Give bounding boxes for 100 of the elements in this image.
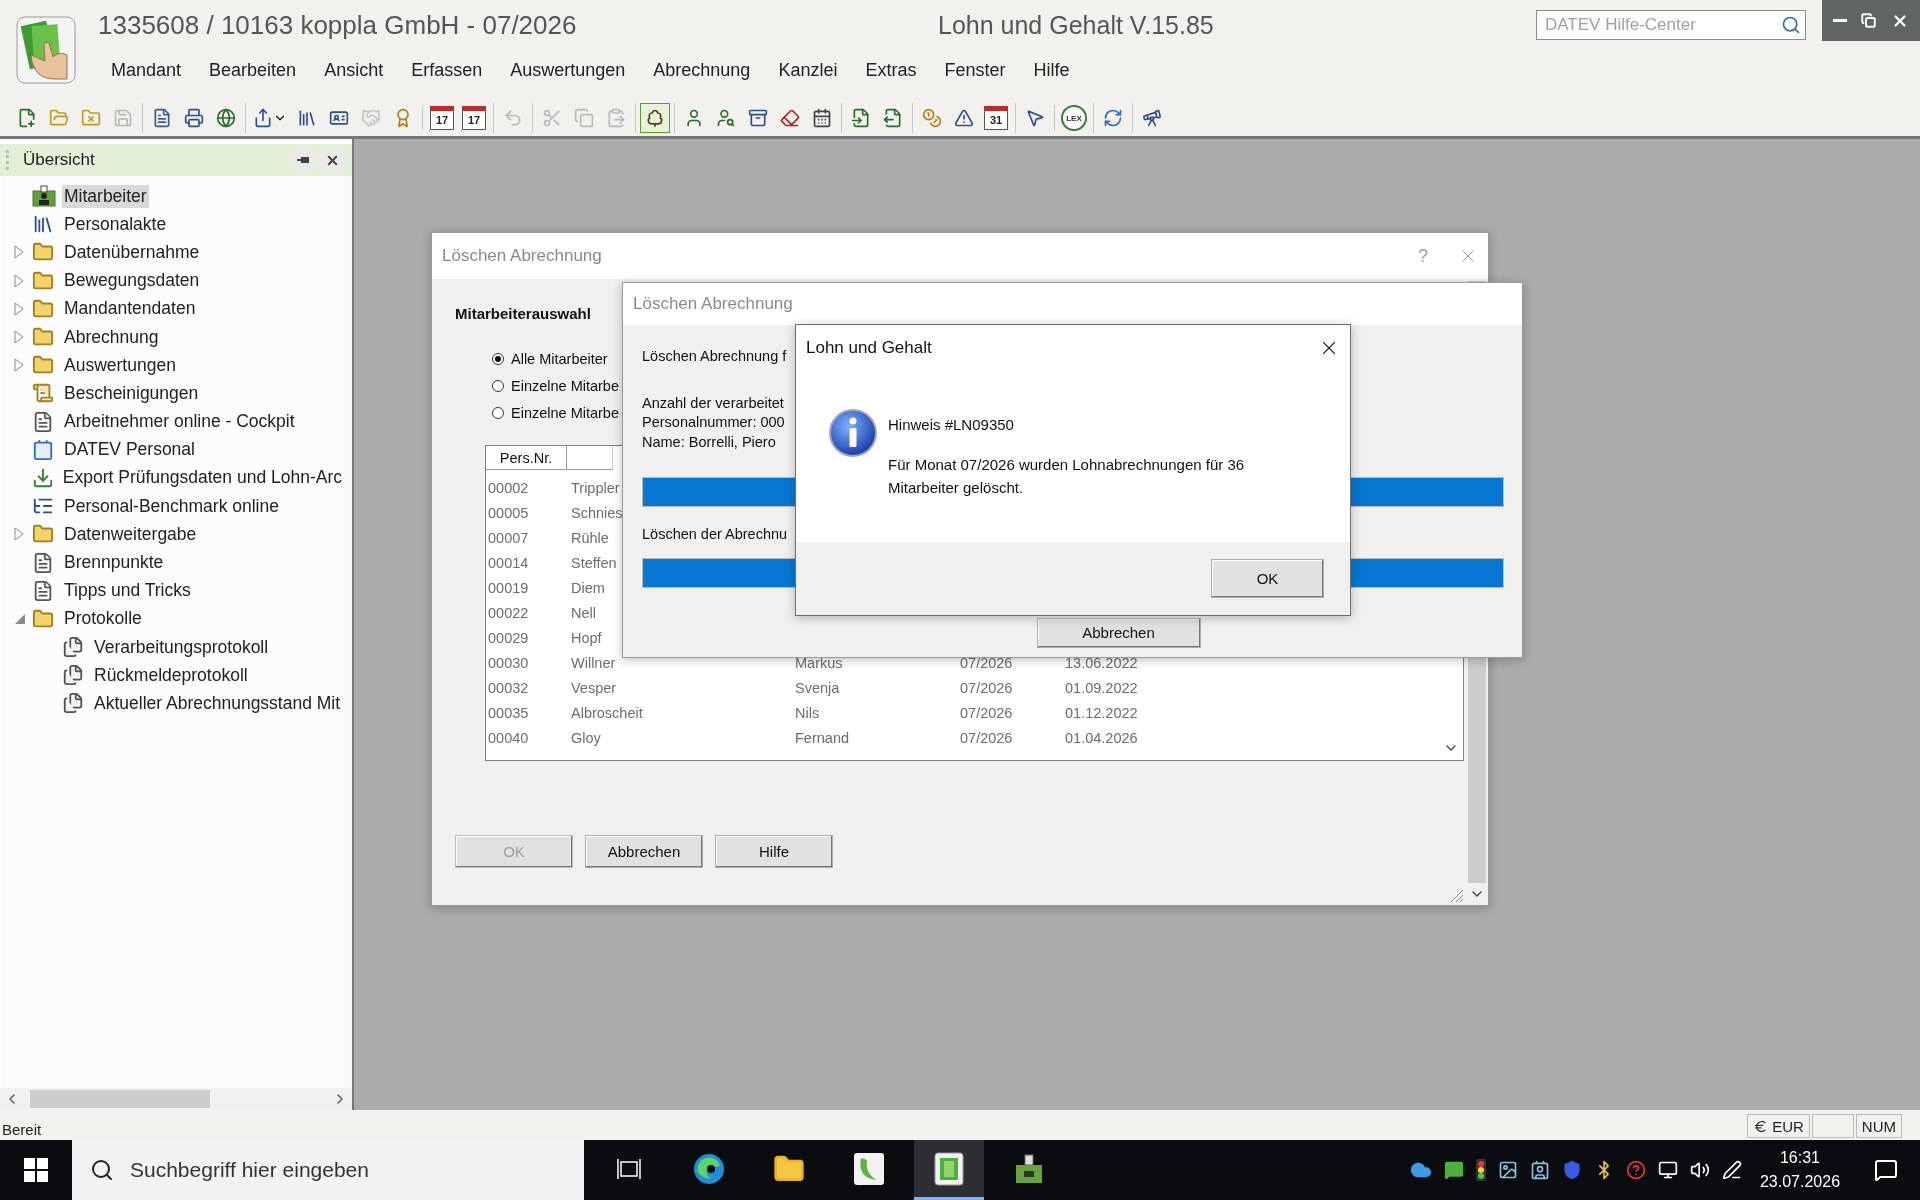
minimize-button[interactable] [1833,19,1848,22]
menu-item[interactable]: Erfassen [398,59,496,81]
taskbar-search-field[interactable]: Suchbegriff hier eingeben [128,1157,584,1183]
archive-icon [748,108,768,128]
dialog-button[interactable]: Hilfe [715,835,833,868]
table-cell: 00022 [488,605,529,621]
collapse-arrow-icon[interactable] [14,612,26,625]
tree-item[interactable]: Auswertungen [62,353,178,377]
message-icon [1874,1158,1898,1182]
info-icon [828,408,878,458]
expand-arrow-icon[interactable] [14,358,24,373]
tree-icon [645,108,665,128]
column-header[interactable] [567,446,613,470]
radio-button[interactable] [492,353,504,365]
calendar-button[interactable]: 17 [462,106,486,130]
traffic-light-icon[interactable] [1476,1159,1486,1181]
resize-grip-icon [1448,887,1464,903]
radio-label: Einzelne Mitarbe [511,378,619,394]
cancel-button[interactable]: Abbrechen [1036,617,1201,648]
tree-item[interactable]: Bescheinigungen [62,381,201,405]
menu-item[interactable]: Abrechnung [640,59,764,81]
tree-item[interactable]: Arbeitnehmer online - Cockpit [62,410,297,434]
tree-item[interactable]: Personalakte [62,212,169,236]
menu-item[interactable]: Bearbeiten [196,59,310,81]
menu-item[interactable]: Auswertungen [497,59,639,81]
dialog-title: Lohn und Gehalt [806,337,933,358]
message-icon[interactable] [1444,1160,1464,1180]
expand-arrow-icon[interactable] [14,330,24,345]
expand-arrow-icon[interactable] [14,273,24,288]
tree-item[interactable]: DATEV Personal [62,438,197,462]
close-button[interactable] [320,149,344,171]
table-cell: Diem [571,579,605,596]
dialog-button[interactable]: Abbrechen [585,835,703,868]
status-text: Bereit [1,1121,43,1138]
window-title: 1335608 / 10163 koppla GmbH - 07/2026 [97,9,578,41]
lex-button[interactable]: LEX [1061,105,1087,131]
clock[interactable]: 16:31 23.07.2026 [1754,1146,1846,1194]
tree-item[interactable]: Abrechnung [62,325,161,349]
tree-button[interactable] [640,103,670,133]
task-view-icon [617,1157,641,1180]
taskbar-app-button[interactable] [914,1140,984,1200]
speaker-icon[interactable] [1690,1160,1710,1180]
network-icon[interactable] [1658,1160,1678,1180]
minimize-icon [1833,19,1848,22]
expand-arrow-icon[interactable] [14,527,24,542]
table-cell: Schnies [571,504,623,521]
paste-icon [606,108,626,128]
table-cell: Rühle [571,529,609,546]
shield-icon[interactable] [1562,1160,1582,1180]
radio-button[interactable] [492,380,504,392]
help-icon[interactable] [1626,1160,1646,1180]
taskbar-search-box[interactable]: Suchbegriff hier eingeben [72,1140,584,1200]
panel-title: Übersicht [23,150,96,170]
cut-icon [542,108,562,128]
menu-item[interactable]: Hilfe [1020,59,1083,81]
banknote-icon [934,1151,964,1186]
tree-item[interactable]: Tipps und Tricks [62,579,193,603]
help-search-box[interactable]: DATEV Hilfe-Center [1536,10,1806,40]
section-heading: Mitarbeiterauswahl [455,305,592,324]
table-cell: 00035 [488,705,529,722]
tree-item[interactable]: Aktueller Abrechnungsstand Mit [92,691,343,715]
copy-icon [574,108,594,128]
menu-item[interactable]: Fenster [931,59,1019,81]
tree-item[interactable]: Mitarbeiter [62,184,149,208]
new-file-icon [17,108,37,128]
tree-item[interactable]: Datenweitergabe [62,522,199,546]
tree-item[interactable]: Datenübernahme [62,240,202,264]
tree-item[interactable]: Brennpunkte [62,551,166,575]
contact-card-icon[interactable] [1530,1160,1550,1180]
pin-button[interactable] [292,149,316,171]
table-cell: Albroscheit [571,705,643,722]
menu-item[interactable]: Extras [852,59,930,81]
expand-arrow-icon[interactable] [14,245,24,260]
calendar-button[interactable]: 17 [430,106,454,130]
num-lock-indicator: NUM [1861,1117,1896,1135]
ok-button[interactable]: OK [1211,559,1324,598]
calendar-button[interactable]: 31 [984,106,1008,130]
table-cell: 00002 [488,479,529,496]
help-search-field[interactable]: DATEV Hilfe-Center [1543,14,1781,36]
pen-icon[interactable] [1722,1160,1742,1180]
menu-item[interactable]: Mandant [98,59,195,81]
tree-item[interactable]: Rückmeldeprotokoll [92,663,250,687]
image-icon[interactable] [1498,1160,1518,1180]
column-header[interactable]: Pers.Nr. [486,446,567,470]
radio-button[interactable] [492,407,504,419]
menu-item[interactable]: Kanzlei [765,59,851,81]
restore-button[interactable] [1861,13,1877,28]
folder-icon [32,297,54,320]
tree-item[interactable]: Mandantendaten [62,297,198,321]
calendar-icon [812,108,832,128]
tree-item[interactable]: Bewegungsdaten [62,269,202,293]
tree-item[interactable]: Verarbeitungsprotokoll [92,635,271,659]
tree-item[interactable]: Protokolle [62,607,144,631]
download-icon [31,466,54,489]
tree-item[interactable]: Export Prüfungsdaten und Lohn-Arc [60,466,344,490]
scrollbar-thumb[interactable] [30,1090,210,1108]
menu-item[interactable]: Ansicht [311,59,397,81]
tree-item[interactable]: Personal-Benchmark online [62,494,281,518]
table-cell: Willner [571,655,616,672]
expand-arrow-icon[interactable] [14,301,24,316]
